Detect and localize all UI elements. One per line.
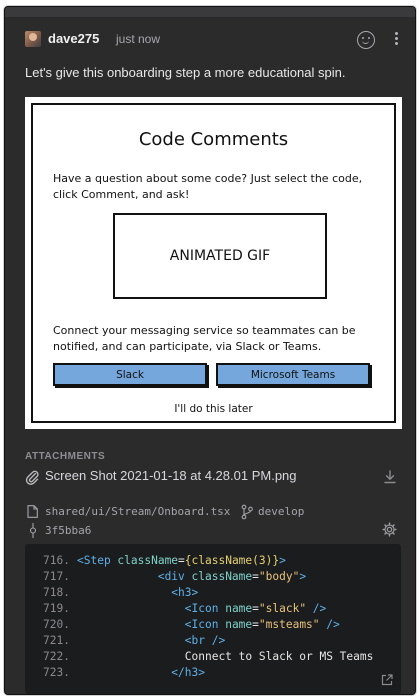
- add-reaction-icon[interactable]: [357, 31, 375, 49]
- code-token: <Step: [77, 554, 118, 567]
- mockup-slack-label: Slack: [116, 368, 144, 381]
- timestamp: just now: [116, 32, 161, 46]
- line-number: 723.: [43, 666, 70, 679]
- file-path[interactable]: shared/ui/Stream/Onboard.tsx: [45, 505, 230, 518]
- code-token: <Icon: [184, 602, 226, 615]
- avatar[interactable]: [25, 31, 41, 47]
- open-external-icon[interactable]: [381, 674, 393, 686]
- code-token: <div: [157, 570, 192, 583]
- code-location-row: shared/ui/Stream/Onboard.tsx develop: [25, 504, 397, 522]
- code-token: =: [178, 554, 185, 567]
- code-token: =: [252, 618, 259, 631]
- commit-hash[interactable]: 3f5bba6: [45, 524, 91, 537]
- gif-placeholder-label: ANIMATED GIF: [169, 248, 271, 264]
- code-line: 720. <Icon name="msteams" />: [25, 617, 401, 633]
- code-text: <Icon name="msteams" />: [77, 617, 340, 633]
- code-token: >: [299, 570, 307, 583]
- branch-icon: [241, 504, 253, 520]
- code-token: >: [279, 554, 286, 567]
- code-text: <div className="body">: [77, 569, 306, 585]
- code-token: =: [252, 570, 259, 583]
- line-number: 721.: [43, 634, 70, 647]
- more-options-icon[interactable]: [393, 30, 399, 50]
- code-line: 722. Connect to Slack or MS Teams: [25, 649, 401, 665]
- mockup-teams-label: Microsoft Teams: [250, 368, 336, 381]
- line-number: 719.: [43, 602, 70, 615]
- commit-row: 3f5bba6: [25, 522, 397, 540]
- comment-header: dave275 just now: [25, 29, 401, 55]
- paperclip-icon: [25, 470, 39, 485]
- code-token: />: [319, 618, 340, 631]
- code-token: Connect to Slack or MS Teams: [77, 650, 374, 663]
- branch-name: develop: [258, 505, 305, 518]
- attachments-heading: ATTACHMENTS: [25, 451, 106, 462]
- author-name[interactable]: dave275: [48, 31, 99, 46]
- code-line: 723. </h3>: [25, 665, 401, 681]
- code-token: "slack": [258, 602, 307, 615]
- code-token: <br />: [184, 634, 226, 647]
- attachment-filename[interactable]: Screen Shot 2021-01-18 at 4.28.01 PM.png: [45, 468, 297, 483]
- mockup-later-link: I'll do this later: [174, 403, 253, 415]
- code-text: Connect to Slack or MS Teams: [77, 649, 374, 665]
- line-number: 716.: [43, 554, 70, 567]
- code-token: name: [225, 618, 253, 631]
- comment-panel: dave275 just now Let's give this onboard…: [4, 6, 416, 695]
- attachment-item[interactable]: Screen Shot 2021-01-18 at 4.28.01 PM.png: [25, 467, 397, 487]
- line-number: 717.: [43, 570, 70, 583]
- mockup-intro-text: Have a question about some code? Just se…: [53, 172, 363, 201]
- line-number: 720.: [43, 618, 70, 631]
- code-text: <Icon name="slack" />: [77, 601, 327, 617]
- code-token: "body": [258, 570, 300, 583]
- code-token: <Icon: [184, 618, 226, 631]
- previous-item-strip: [5, 7, 415, 17]
- code-text: </h3>: [77, 665, 205, 681]
- commit-icon: [29, 523, 37, 538]
- comment-text: Let's give this onboarding step a more e…: [25, 65, 346, 80]
- animated-gif-placeholder: ANIMATED GIF: [113, 213, 327, 299]
- code-token: "msteams": [258, 618, 320, 631]
- code-token: className: [191, 570, 253, 583]
- code-line: 719. <Icon name="slack" />: [25, 601, 401, 617]
- code-line: 716. <Step className={className(3)}>: [25, 553, 401, 569]
- code-line: 721. <br />: [25, 633, 401, 649]
- code-token: name: [225, 602, 253, 615]
- code-token: />: [306, 602, 327, 615]
- download-icon[interactable]: [383, 469, 397, 485]
- code-token: =: [252, 602, 259, 615]
- code-token: {className(3)}: [184, 554, 280, 567]
- code-token: </h3>: [171, 666, 205, 679]
- gear-icon[interactable]: [382, 522, 397, 537]
- mockup-frame: Code Comments Have a question about some…: [31, 103, 396, 423]
- mockup-teams-button: Microsoft Teams: [216, 363, 370, 386]
- mockup-title: Code Comments: [138, 129, 289, 150]
- code-token: className: [117, 554, 179, 567]
- file-icon: [27, 505, 38, 518]
- onboarding-mockup-image[interactable]: Code Comments Have a question about some…: [25, 97, 402, 429]
- code-line: 718. <h3>: [25, 585, 401, 601]
- code-text: <Step className={className(3)}>: [77, 553, 286, 569]
- code-line: 717. <div className="body">: [25, 569, 401, 585]
- mockup-connect-text: Connect your messaging service so teamma…: [53, 324, 356, 353]
- line-number: 718.: [43, 586, 70, 599]
- code-text: <br />: [77, 633, 225, 649]
- code-text: <h3>: [77, 585, 198, 601]
- line-number: 722.: [43, 650, 70, 663]
- mockup-slack-button: Slack: [53, 363, 207, 386]
- code-snippet[interactable]: 716. <Step className={className(3)}> 717. …: [25, 544, 401, 694]
- code-token: <h3>: [171, 586, 199, 599]
